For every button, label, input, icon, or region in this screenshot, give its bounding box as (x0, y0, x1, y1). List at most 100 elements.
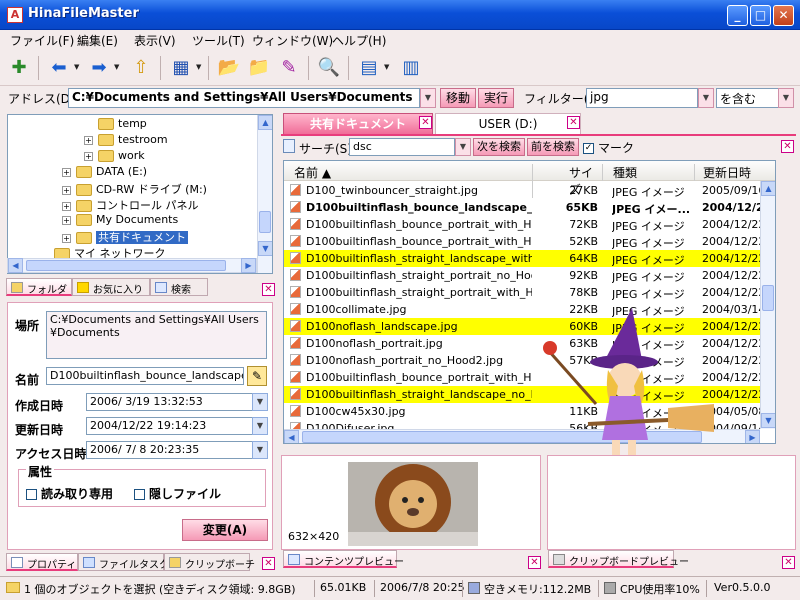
column-type[interactable]: 種類 (602, 164, 692, 181)
readonly-check-icon[interactable] (26, 489, 37, 500)
filter-mode-dropdown-icon[interactable]: ▼ (778, 88, 794, 108)
find-prev-button[interactable]: 前を検索 (527, 138, 579, 156)
back-dropdown-icon[interactable]: ▼ (74, 63, 79, 71)
minimize-button[interactable]: _ (727, 5, 748, 26)
run-button[interactable]: 実行 (478, 88, 514, 108)
modified-field[interactable]: 2004/12/22 19:14:23 (86, 417, 254, 435)
file-row[interactable]: D100_twinbouncer_straight.jpg 27KB JPEG イメ… (284, 182, 775, 199)
accessed-dropdown-icon[interactable]: ▼ (252, 441, 268, 459)
created-dropdown-icon[interactable]: ▼ (252, 393, 268, 411)
readonly-checkbox[interactable]: 読み取り専用 (26, 485, 113, 502)
tab-user-drive[interactable]: USER (D:) (435, 113, 581, 135)
layout-dropdown-icon[interactable]: ▼ (384, 63, 389, 71)
close-pane-icon[interactable]: ✕ (262, 283, 275, 296)
expand-icon[interactable]: + (84, 135, 93, 145)
layout-icon[interactable]: ▤ (356, 55, 382, 81)
close-tab-icon[interactable]: ✕ (419, 116, 432, 129)
expand-icon[interactable]: + (84, 151, 93, 161)
rename-icon[interactable]: ✎ (276, 55, 302, 81)
change-button[interactable]: 変更(A) (182, 519, 268, 541)
file-row[interactable]: D100builtinflash_straight_portrait_with_… (284, 284, 775, 301)
tab-properties[interactable]: プロパティ (6, 553, 78, 571)
scroll-left-icon[interactable]: ◀ (284, 430, 299, 443)
scroll-up-icon[interactable]: ▲ (258, 115, 272, 130)
filter-mode-select[interactable]: を含む (716, 88, 780, 108)
tree-item[interactable]: + work (84, 149, 145, 165)
accessed-field[interactable]: 2006/ 7/ 8 20:23:35 (86, 441, 254, 459)
new-window-icon[interactable]: ✚ (6, 55, 32, 81)
close-tab-icon[interactable]: ✕ (567, 116, 580, 129)
expand-icon[interactable]: + (62, 201, 71, 211)
menu-file[interactable]: ファイル(F) (10, 32, 74, 49)
title-bar[interactable]: A HinaFileMaster _ □ ✕ (0, 0, 800, 30)
up-folder-icon[interactable]: ⇧ (128, 55, 154, 81)
find-next-button[interactable]: 次を検索 (473, 138, 525, 156)
file-row[interactable]: D100builtinflash_straight_portrait_no_Ho… (284, 267, 775, 284)
close-pane-icon[interactable]: ✕ (262, 557, 275, 570)
scroll-down-icon[interactable]: ▼ (258, 241, 272, 256)
tree-item[interactable]: + testroom (84, 133, 168, 149)
search-input[interactable]: dsc (349, 138, 455, 156)
expand-icon[interactable]: + (62, 233, 71, 243)
hidden-checkbox[interactable]: 隠しファイル (134, 485, 221, 502)
tab-file-tasks[interactable]: ファイルタスク (78, 553, 169, 571)
file-row[interactable]: D100builtinflash_bounce_portrait_with_Ho… (284, 216, 775, 233)
hidden-check-icon[interactable] (134, 489, 145, 500)
file-row[interactable]: D100builtinflash_bounce_portrait_with_Ho… (284, 233, 775, 250)
column-date[interactable]: 更新日時 (694, 164, 775, 181)
scroll-up-icon[interactable]: ▲ (761, 181, 775, 196)
created-field[interactable]: 2006/ 3/19 13:32:53 (86, 393, 254, 411)
tab-shared-documents[interactable]: 共有ドキュメント (283, 113, 433, 135)
address-input[interactable]: C:¥Documents and Settings¥All Users¥Docu… (68, 88, 420, 108)
menu-help[interactable]: ヘルプ(H) (332, 32, 386, 49)
mark-check-icon[interactable]: ✓ (583, 143, 594, 154)
tree-item[interactable]: + 共有ドキュメント (62, 229, 188, 245)
name-field[interactable]: D100builtinflash_bounce_landscape_wi (46, 367, 244, 385)
menu-window[interactable]: ウィンドウ(W) (252, 32, 333, 49)
close-search-icon[interactable]: ✕ (781, 140, 794, 153)
tree-item[interactable]: +temp (84, 117, 147, 133)
filter-input[interactable]: jpg (586, 88, 698, 108)
expand-icon[interactable]: + (62, 167, 71, 177)
tab-clipboard[interactable]: クリップボーチ (164, 553, 255, 571)
tree-hscrollbar[interactable]: ◀ ▶ (7, 258, 257, 273)
tab-content-preview[interactable]: コンテンツプレビュー (283, 550, 404, 568)
tab-clipboard-preview[interactable]: クリップボードプレビュー (548, 550, 689, 568)
scroll-thumb[interactable] (762, 285, 774, 311)
copy-folder-icon[interactable]: 📂 (216, 55, 242, 81)
scroll-left-icon[interactable]: ◀ (8, 258, 23, 273)
close-pane-icon[interactable]: ✕ (782, 556, 795, 569)
move-button[interactable]: 移動 (440, 88, 476, 108)
tree-scrollbar[interactable]: ▲ ▼ (257, 115, 272, 273)
expand-icon[interactable]: + (62, 185, 71, 195)
tree-item[interactable]: + コントロール パネル (62, 197, 199, 213)
scroll-right-icon[interactable]: ▶ (241, 258, 256, 273)
tab-folder[interactable]: フォルダ (6, 278, 72, 296)
file-row[interactable]: D100builtinflash_straight_landscape_with… (284, 250, 775, 267)
address-dropdown-icon[interactable]: ▼ (420, 88, 436, 108)
view-mode-icon[interactable]: ▦ (168, 55, 194, 81)
file-row[interactable]: D100builtinflash_bounce_landscape_... 65K… (284, 199, 775, 216)
close-pane-icon[interactable]: ✕ (528, 556, 541, 569)
scroll-right-icon[interactable]: ▶ (745, 430, 760, 443)
menu-view[interactable]: 表示(V) (134, 32, 176, 49)
maximize-button[interactable]: □ (750, 5, 771, 26)
tree-item[interactable]: + CD-RW ドライブ (M:) (62, 181, 207, 197)
tree-item[interactable]: + DATA (E:) (62, 165, 147, 181)
view-dropdown-icon[interactable]: ▼ (196, 63, 201, 71)
menu-tools[interactable]: ツール(T) (192, 32, 245, 49)
back-icon[interactable]: ⬅ (46, 55, 72, 81)
menu-edit[interactable]: 編集(E) (77, 32, 118, 49)
close-button[interactable]: ✕ (773, 5, 794, 26)
forward-icon[interactable]: ➡ (86, 55, 112, 81)
tree-item[interactable]: + My Documents (62, 213, 178, 229)
search-icon[interactable]: 🔍 (316, 55, 342, 81)
list-scrollbar[interactable]: ▲ ▼ (760, 181, 775, 429)
mark-checkbox[interactable]: ✓ マーク (583, 139, 634, 156)
move-folder-icon[interactable]: 📁 (246, 55, 272, 81)
chart-icon[interactable]: ▥ (398, 55, 424, 81)
tab-favorites[interactable]: お気に入り (72, 278, 150, 296)
column-name[interactable]: 名前 ▲ (294, 164, 331, 181)
modified-dropdown-icon[interactable]: ▼ (252, 417, 268, 435)
scroll-thumb[interactable] (259, 211, 271, 233)
